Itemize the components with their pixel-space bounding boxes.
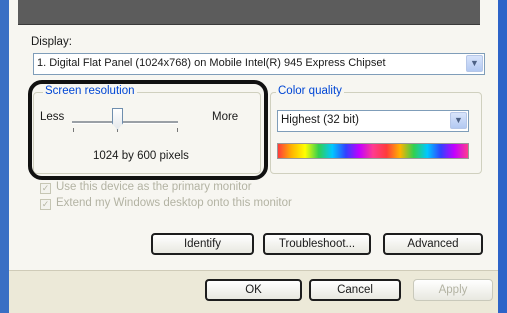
apply-button[interactable]: Apply bbox=[413, 279, 493, 301]
monitor-preview bbox=[18, 0, 480, 25]
advanced-button[interactable]: Advanced bbox=[383, 233, 483, 255]
ok-button[interactable]: OK bbox=[205, 279, 302, 301]
cancel-button[interactable]: Cancel bbox=[309, 279, 401, 301]
panel-bottom-edge bbox=[9, 270, 498, 271]
color-quality-group bbox=[270, 92, 482, 174]
color-spectrum-bar bbox=[277, 143, 469, 159]
identify-button[interactable]: Identify bbox=[151, 233, 254, 255]
color-quality-dropdown-button[interactable]: ▼ bbox=[450, 112, 467, 129]
color-quality-value: Highest (32 bit) bbox=[281, 114, 359, 126]
chevron-down-icon: ▼ bbox=[454, 115, 463, 125]
display-dropdown-button[interactable]: ▼ bbox=[466, 55, 483, 72]
display-select[interactable]: 1. Digital Flat Panel (1024x768) on Mobi… bbox=[33, 53, 485, 75]
color-quality-select[interactable]: Highest (32 bit) ▼ bbox=[277, 110, 469, 132]
display-label: Display: bbox=[31, 36, 72, 48]
window-frame-right bbox=[498, 0, 507, 313]
troubleshoot-button[interactable]: Troubleshoot... bbox=[263, 233, 371, 255]
chevron-down-icon: ▼ bbox=[470, 58, 479, 68]
extend-desktop-checkbox[interactable]: ✓ bbox=[40, 199, 51, 210]
primary-monitor-label: Use this device as the primary monitor bbox=[56, 181, 252, 193]
extend-desktop-label: Extend my Windows desktop onto this moni… bbox=[56, 197, 292, 209]
primary-monitor-checkbox[interactable]: ✓ bbox=[40, 183, 51, 194]
window-frame-left bbox=[0, 0, 9, 313]
resolution-highlight bbox=[28, 80, 268, 180]
color-quality-title: Color quality bbox=[276, 85, 344, 97]
display-select-value: 1. Digital Flat Panel (1024x768) on Mobi… bbox=[37, 57, 386, 69]
